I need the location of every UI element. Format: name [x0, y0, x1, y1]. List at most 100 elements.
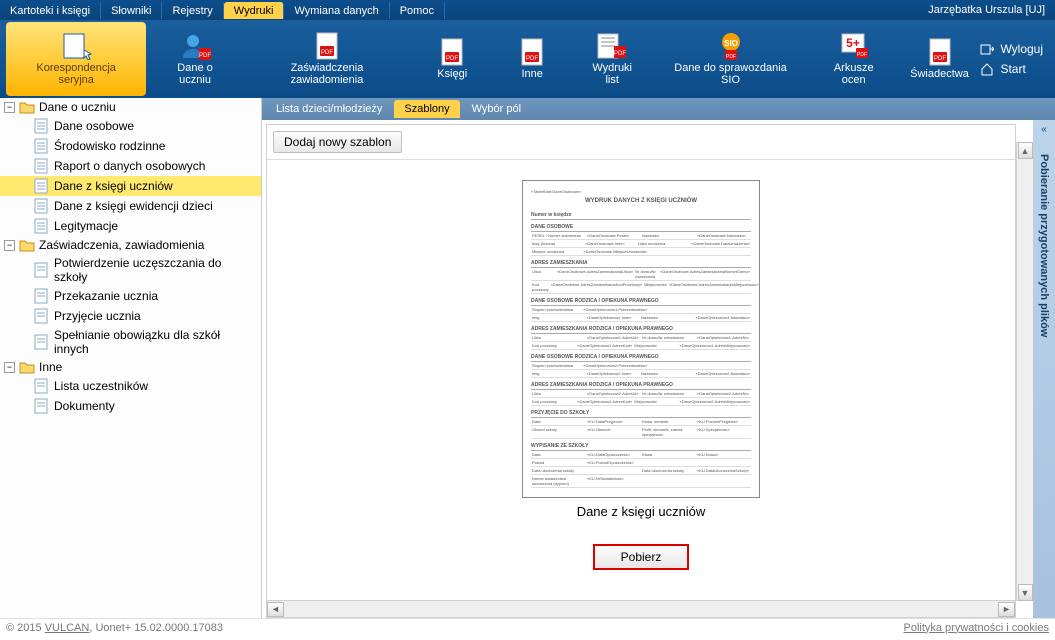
preview-section: WYPISANIE ZE SZKOŁY	[531, 443, 751, 451]
ribbon-sio[interactable]: SIOPDF Dane do sprawozdania SIO	[652, 20, 809, 98]
ribbon-zaswiadczenia[interactable]: PDF Zaświadczenia zawiadomienia	[242, 20, 412, 98]
ribbon-label: Księgi	[437, 68, 467, 80]
svg-text:PDF: PDF	[321, 50, 333, 56]
top-menu: Kartoteki i księgi Słowniki Rejestry Wyd…	[0, 0, 1055, 20]
tab-lista[interactable]: Lista dzieci/młodzieży	[266, 100, 392, 118]
doc-cursor-icon	[60, 32, 92, 60]
footer-privacy-link[interactable]: Polityka prywatności i cookies	[903, 622, 1049, 634]
scroll-up-icon[interactable]: ▲	[1018, 142, 1033, 159]
sidebar-group-dane[interactable]: − Dane o uczniu	[0, 98, 261, 116]
menu-tab-rejestry[interactable]: Rejestry	[162, 2, 223, 19]
sidebar-item-przyjecie[interactable]: Przyjęcie ucznia	[0, 306, 261, 326]
scroll-left-icon[interactable]: ◄	[267, 602, 284, 617]
sio-icon: SIOPDF	[715, 32, 747, 60]
sidebar-item-label: Dane osobowe	[54, 119, 134, 133]
ribbon-label: Wydruki list	[584, 62, 640, 86]
ribbon-swiadectwa[interactable]: PDF Świadectwa	[899, 20, 981, 98]
svg-text:PDF: PDF	[614, 51, 626, 57]
collapse-icon[interactable]: −	[4, 102, 15, 113]
preview-caption: Dane z księgi uczniów	[577, 498, 706, 544]
sidebar-item-label: Dane z księgi ewidencji dzieci	[54, 199, 213, 213]
menu-tab-slowniki[interactable]: Słowniki	[101, 2, 162, 19]
ribbon: Korespondencja seryjna PDF Dane o uczniu…	[0, 20, 1055, 98]
horizontal-scrollbar[interactable]: ◄ ►	[267, 600, 1015, 617]
sidebar-item-legitymacje[interactable]: Legitymacje	[0, 216, 261, 236]
menu-tab-pomoc[interactable]: Pomoc	[390, 2, 445, 19]
sidebar-item-lista-uczestnikow[interactable]: Lista uczestników	[0, 376, 261, 396]
sidebar-item-przekazanie[interactable]: Przekazanie ucznia	[0, 286, 261, 306]
side-panel-collapsed[interactable]: « Pobieranie przygotowanych plików	[1033, 120, 1055, 618]
menu-tab-kartoteki[interactable]: Kartoteki i księgi	[0, 2, 101, 19]
pdf-icon: PDF	[516, 38, 548, 66]
doc-icon	[34, 178, 48, 194]
start-link[interactable]: Start	[980, 62, 1043, 76]
current-user: Jarzębatka Urszula [UJ]	[928, 4, 1055, 16]
chevron-left-icon[interactable]: «	[1035, 124, 1053, 142]
five-plus-icon: 5+PDF	[838, 32, 870, 60]
sidebar-item-label: Lista uczestników	[54, 379, 148, 393]
sidebar-item-dane-osobowe[interactable]: Dane osobowe	[0, 116, 261, 136]
sidebar-item-label: Spełnianie obowiązku dla szkół innych	[54, 328, 257, 356]
ribbon-label: Świadectwa	[910, 68, 969, 80]
menu-tab-wymiana[interactable]: Wymiana danych	[284, 2, 389, 19]
doc-icon	[34, 138, 48, 154]
ribbon-ksiegi[interactable]: PDF Księgi	[412, 20, 492, 98]
sidebar-item-srodowisko[interactable]: Środowisko rodzinne	[0, 136, 261, 156]
sidebar-item-label: Dokumenty	[54, 399, 115, 413]
sidebar-item-potwierdzenie[interactable]: Potwierdzenie uczęszczania do szkoły	[0, 254, 261, 286]
sidebar-item-spelnianie[interactable]: Spełnianie obowiązku dla szkół innych	[0, 326, 261, 358]
preview-section: PRZYJĘCIE DO SZKOŁY	[531, 410, 751, 418]
add-template-button[interactable]: Dodaj nowy szablon	[273, 131, 402, 153]
ribbon-wydruki-list[interactable]: PDF Wydruki list	[572, 20, 652, 98]
sidebar-group-label: Inne	[39, 360, 62, 374]
user-pdf-icon: PDF	[179, 32, 211, 60]
sidebar-item-raport[interactable]: Raport o danych osobowych	[0, 156, 261, 176]
sidebar-group-inne[interactable]: − Inne	[0, 358, 261, 376]
download-button[interactable]: Pobierz	[593, 544, 690, 570]
collapse-icon[interactable]: −	[4, 240, 15, 251]
ribbon-inne[interactable]: PDF Inne	[492, 20, 572, 98]
preview-section: DANE OSOBOWE	[531, 224, 751, 232]
ribbon-korespondencja[interactable]: Korespondencja seryjna	[6, 22, 146, 96]
doc-icon	[34, 118, 48, 134]
pdf-list-icon: PDF	[596, 32, 628, 60]
content: Dodaj nowy szablon «TableStart:DaneOsobo…	[266, 124, 1016, 618]
vertical-scrollbar[interactable]: ▲ ▼	[1016, 142, 1033, 601]
folder-icon	[19, 100, 35, 114]
main-tabs: Lista dzieci/młodzieży Szablony Wybór pó…	[262, 98, 1055, 120]
sidebar-item-dokumenty[interactable]: Dokumenty	[0, 396, 261, 416]
sidebar-item-label: Legitymacje	[54, 219, 118, 233]
ribbon-label: Zaświadczenia zawiadomienia	[254, 62, 400, 86]
preview-section: DANE OSOBOWE RODZICA / OPIEKUNA PRAWNEGO	[531, 298, 751, 306]
svg-text:PDF: PDF	[726, 54, 736, 60]
pdf-icon: PDF	[311, 32, 343, 60]
side-panel-label: Pobieranie przygotowanych plików	[1038, 154, 1050, 337]
scroll-down-icon[interactable]: ▼	[1018, 584, 1033, 601]
ribbon-arkusze[interactable]: 5+PDF Arkusze ocen	[809, 20, 899, 98]
preview-area: «TableStart:DaneOsobowe» WYDRUK DANYCH Z…	[267, 160, 1015, 600]
sidebar: − Dane o uczniu Dane osobowe Środowisko …	[0, 98, 262, 618]
document-preview[interactable]: «TableStart:DaneOsobowe» WYDRUK DANYCH Z…	[522, 180, 760, 498]
main: Lista dzieci/młodzieży Szablony Wybór pó…	[262, 98, 1055, 618]
preview-section: ADRES ZAMIESZKANIA RODZICA / OPIEKUNA PR…	[531, 382, 751, 390]
tab-szablony[interactable]: Szablony	[394, 100, 459, 118]
sidebar-item-ksiega-uczniow[interactable]: Dane z księgi uczniów	[0, 176, 261, 196]
scroll-right-icon[interactable]: ►	[998, 602, 1015, 617]
sidebar-group-zaswiadczenia[interactable]: − Zaświadczenia, zawiadomienia	[0, 236, 261, 254]
preview-section: ADRES ZAMIESZKANIA RODZICA / OPIEKUNA PR…	[531, 326, 751, 334]
tab-wybor-pol[interactable]: Wybór pól	[462, 100, 531, 118]
footer-vendor-link[interactable]: VULCAN	[45, 622, 90, 634]
sidebar-item-label: Przyjęcie ucznia	[54, 309, 141, 323]
footer-left: © 2015 VULCAN, Uonet+ 15.02.0000.17083	[6, 622, 223, 634]
ribbon-label: Arkusze ocen	[821, 62, 887, 86]
footer-copyright: © 2015	[6, 622, 45, 634]
menu-tab-wydruki[interactable]: Wydruki	[224, 2, 285, 19]
ribbon-dane-o-uczniu[interactable]: PDF Dane o uczniu	[148, 20, 241, 98]
collapse-icon[interactable]: −	[4, 362, 15, 373]
logout-link[interactable]: Wyloguj	[980, 42, 1043, 56]
sidebar-item-label: Raport o danych osobowych	[54, 159, 205, 173]
sidebar-item-label: Dane z księgi uczniów	[54, 179, 173, 193]
preview-section: Numer w księdze	[531, 212, 751, 220]
folder-icon	[19, 238, 35, 252]
sidebar-item-ewidencja[interactable]: Dane z księgi ewidencji dzieci	[0, 196, 261, 216]
